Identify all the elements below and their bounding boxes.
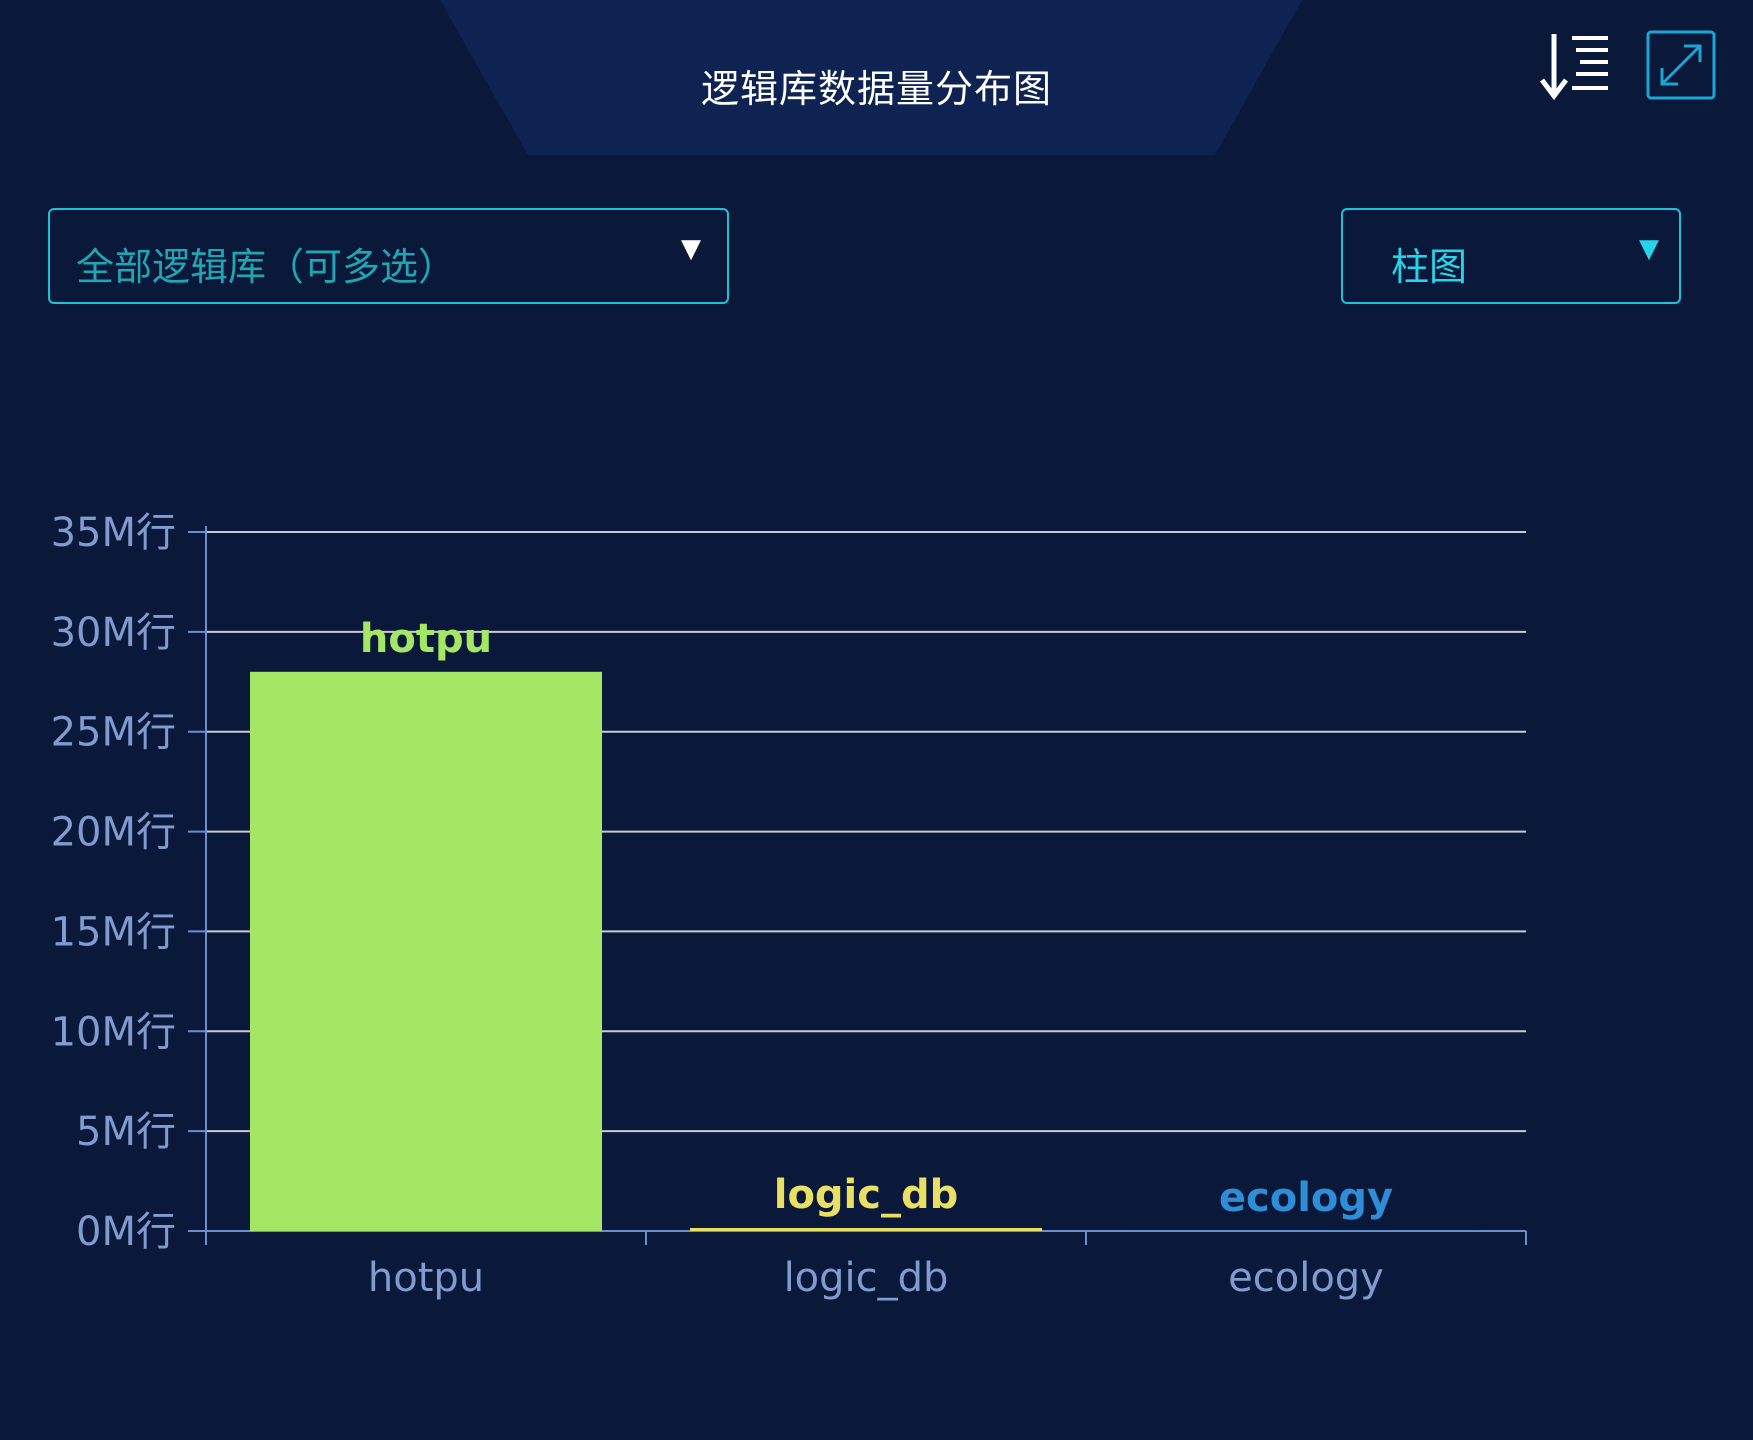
y-tick-label: 5M行 bbox=[76, 1109, 176, 1155]
caret-down-icon: ▼ bbox=[681, 234, 701, 264]
y-tick-label: 15M行 bbox=[51, 909, 176, 955]
expand-icon[interactable] bbox=[1644, 28, 1720, 104]
chart-type-select[interactable]: 柱图 ▼ bbox=[1341, 208, 1681, 304]
bar-data-label: ecology bbox=[1219, 1175, 1393, 1221]
database-multiselect-value: 全部逻辑库（可多选） bbox=[76, 245, 457, 289]
y-tick-label: 35M行 bbox=[51, 510, 176, 556]
y-tick-label: 0M行 bbox=[76, 1209, 176, 1255]
x-tick-label: ecology bbox=[1228, 1255, 1384, 1301]
sort-descending-icon[interactable] bbox=[1536, 28, 1612, 104]
database-multiselect[interactable]: 全部逻辑库（可多选） ▼ bbox=[48, 208, 729, 304]
chart-type-select-value: 柱图 bbox=[1391, 245, 1468, 289]
bar-logic_db bbox=[690, 1228, 1042, 1231]
y-tick-label: 25M行 bbox=[51, 710, 176, 756]
x-tick-label: hotpu bbox=[368, 1255, 484, 1301]
panel-title: 逻辑库数据量分布图 bbox=[700, 67, 1052, 111]
chart-panel: 逻辑库数据量分布图 全部逻辑库（可多选） ▼ 柱图 ▼ 0M行 5M行 10M行 15… bbox=[0, 0, 1753, 1440]
caret-down-icon: ▼ bbox=[1639, 234, 1659, 264]
bar-data-label: logic_db bbox=[774, 1172, 959, 1218]
y-tick-label: 30M行 bbox=[51, 610, 176, 656]
x-tick-label: logic_db bbox=[784, 1255, 949, 1301]
y-tick-label: 20M行 bbox=[51, 810, 176, 856]
y-tick-label: 10M行 bbox=[51, 1009, 176, 1055]
bar-chart: 0M行 5M行 10M行 15M行 20M行 25M行 30M行 35M行 hotpu hotpu… bbox=[51, 510, 1527, 1301]
bar-hotpu bbox=[250, 671, 602, 1231]
bar-data-label: hotpu bbox=[360, 616, 492, 662]
